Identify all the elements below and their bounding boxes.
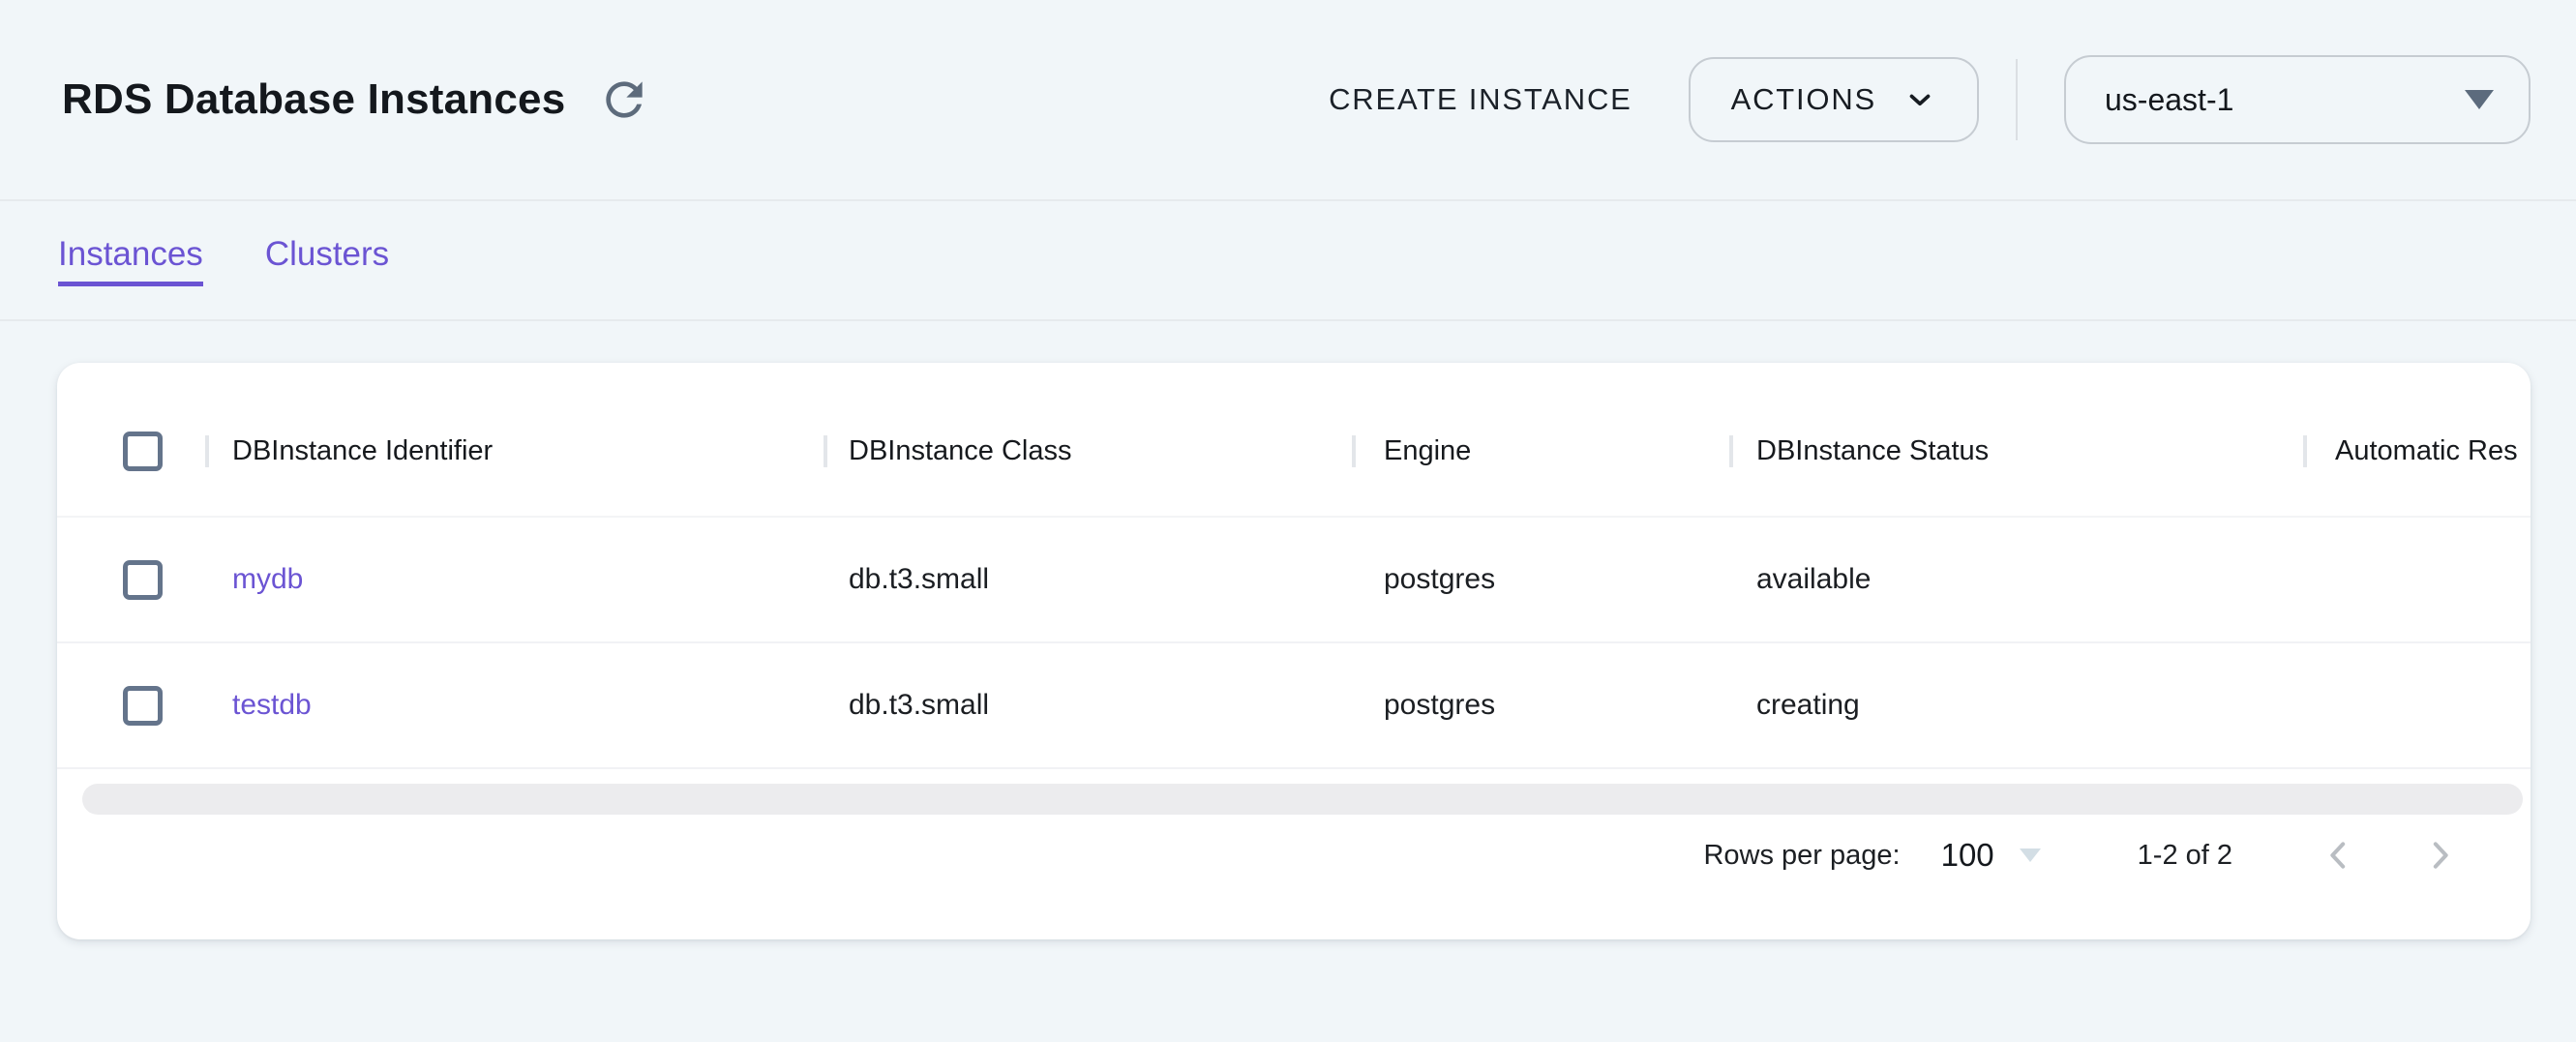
tab-bar: Instances Clusters xyxy=(0,201,2576,321)
dropdown-arrow-icon xyxy=(2020,848,2041,862)
column-header-status[interactable]: DBInstance Status xyxy=(1729,435,2303,467)
rows-per-page-value: 100 xyxy=(1941,837,1994,874)
instance-status-value: creating xyxy=(1729,689,2303,722)
instances-table-card: DBInstance Identifier DBInstance Class E… xyxy=(57,363,2531,939)
instance-engine-value: postgres xyxy=(1352,689,1729,722)
instance-class-value: db.t3.small xyxy=(824,563,1352,596)
region-select-value: us-east-1 xyxy=(2105,82,2233,118)
refresh-icon xyxy=(597,73,651,127)
row-checkbox[interactable] xyxy=(123,560,163,600)
actions-button-label: ACTIONS xyxy=(1731,82,1876,117)
column-header-class[interactable]: DBInstance Class xyxy=(824,435,1352,467)
row-checkbox[interactable] xyxy=(123,686,163,726)
next-page-button[interactable] xyxy=(2409,825,2471,885)
rows-per-page-label: Rows per page: xyxy=(1703,840,1900,872)
region-select[interactable]: us-east-1 xyxy=(2064,55,2531,144)
tab-clusters[interactable]: Clusters xyxy=(265,235,389,286)
row-checkbox-cell xyxy=(57,560,205,600)
chevron-down-icon xyxy=(1903,83,1936,116)
create-instance-button[interactable]: CREATE INSTANCE xyxy=(1329,82,1632,117)
row-checkbox-cell xyxy=(57,686,205,726)
horizontal-scrollbar[interactable] xyxy=(82,784,2523,815)
table-row: testdb db.t3.small postgres creating xyxy=(57,643,2531,769)
chevron-right-icon xyxy=(2420,836,2459,875)
tab-instances[interactable]: Instances xyxy=(58,235,203,286)
previous-page-button[interactable] xyxy=(2308,825,2370,885)
page-title: RDS Database Instances xyxy=(62,75,565,124)
actions-button[interactable]: ACTIONS xyxy=(1689,57,1979,142)
pagination-bar: Rows per page: 100 1-2 of 2 xyxy=(1703,825,2471,885)
header-actions: CREATE INSTANCE ACTIONS us-east-1 xyxy=(1329,55,2531,144)
table-row: mydb db.t3.small postgres available xyxy=(57,518,2531,643)
column-header-engine[interactable]: Engine xyxy=(1352,435,1729,467)
refresh-button[interactable] xyxy=(596,72,652,128)
instance-identifier-link[interactable]: testdb xyxy=(205,689,824,722)
select-all-checkbox[interactable] xyxy=(123,432,163,471)
instance-class-value: db.t3.small xyxy=(824,689,1352,722)
chevron-left-icon xyxy=(2320,836,2358,875)
column-header-automatic[interactable]: Automatic Res xyxy=(2303,435,2531,467)
column-header-identifier[interactable]: DBInstance Identifier xyxy=(205,435,824,467)
pagination-range-label: 1-2 of 2 xyxy=(2138,840,2232,872)
top-header: RDS Database Instances CREATE INSTANCE A… xyxy=(0,0,2576,201)
instance-status-value: available xyxy=(1729,563,2303,596)
instance-engine-value: postgres xyxy=(1352,563,1729,596)
table-header-row: DBInstance Identifier DBInstance Class E… xyxy=(57,386,2531,518)
header-divider xyxy=(2016,59,2018,140)
select-arrow-icon xyxy=(2465,90,2494,109)
rows-per-page-select[interactable]: 100 xyxy=(1941,837,2041,874)
header-checkbox-cell xyxy=(57,432,205,471)
instance-identifier-link[interactable]: mydb xyxy=(205,563,824,596)
